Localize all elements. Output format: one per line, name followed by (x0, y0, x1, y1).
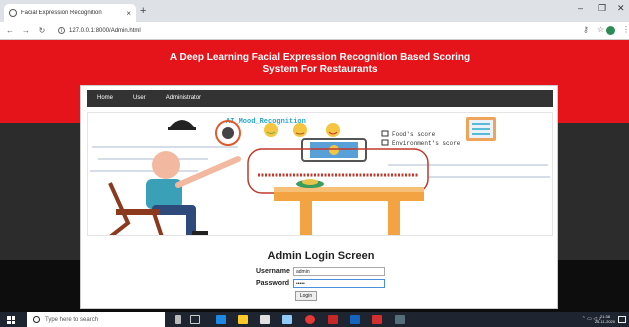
app-icon[interactable] (372, 315, 382, 324)
reload-icon[interactable]: ↻ (36, 26, 48, 35)
nav-home[interactable]: Home (87, 90, 123, 107)
nav-bar: Home User Administrator (87, 90, 553, 107)
browser-tabbar: Facial Expression Recognition × + – ❐ ✕ (0, 0, 629, 22)
legend-food-score: Food's score (392, 131, 436, 138)
file-explorer-icon[interactable] (238, 315, 248, 324)
maximize-button[interactable]: ❐ (598, 3, 606, 14)
login-heading: Admin Login Screen (267, 250, 375, 262)
taskbar-search[interactable]: Type here to search (27, 312, 165, 327)
address-bar: ← → ↻ i 127.0.0.1:8000/Admin.html ⚷ ☆ ⋮ (0, 22, 629, 40)
menu-dots-icon[interactable]: ⋮ (622, 25, 629, 34)
nav-user[interactable]: User (123, 90, 156, 107)
chrome-favicon-icon (9, 9, 17, 17)
windows-taskbar: Type here to search ⌃ ▭ ◁ ♪ 21:38 25-11-… (0, 312, 629, 327)
content-card: Home User Administrator AI_Mood_Recognit… (80, 85, 558, 309)
cortana-icon (33, 316, 40, 323)
password-label: Password (256, 280, 290, 287)
site-title-line2: System For Restaurants (262, 64, 378, 75)
legend-environment-score: Environment's score (392, 140, 461, 147)
window-close-button[interactable]: ✕ (617, 3, 625, 14)
clock-date: 25-11-2020 (594, 319, 615, 324)
mail-icon[interactable] (282, 315, 292, 324)
terminal-icon[interactable] (395, 315, 405, 324)
hero-illustration: AI_Mood_Recognition Food's score Environ… (87, 112, 553, 236)
store-icon[interactable] (260, 315, 270, 324)
bookmark-star-icon[interactable]: ☆ (597, 25, 604, 34)
pdf-reader-icon[interactable] (328, 315, 338, 324)
password-input[interactable]: ••••• (293, 279, 385, 288)
browser-tab[interactable]: Facial Expression Recognition × (4, 4, 136, 22)
mood-recognition-illustration: AI_Mood_Recognition Food's score Environ… (90, 117, 550, 235)
new-tab-button[interactable]: + (140, 5, 146, 17)
microphone-icon[interactable] (175, 315, 181, 324)
tab-close-icon[interactable]: × (126, 9, 131, 18)
info-icon[interactable]: i (58, 27, 65, 34)
back-arrow-icon[interactable]: ← (4, 26, 16, 35)
tab-title: Facial Expression Recognition (21, 10, 102, 16)
chrome-taskbar-icon[interactable] (305, 315, 315, 324)
login-button[interactable]: Login (295, 291, 317, 301)
site-title: A Deep Learning Facial Expression Recogn… (150, 52, 490, 76)
edge-browser-icon[interactable] (216, 315, 226, 324)
extension-icon[interactable] (606, 26, 615, 35)
minimize-button[interactable]: – (578, 3, 583, 13)
url-field[interactable]: i 127.0.0.1:8000/Admin.html (58, 27, 141, 34)
taskbar-search-placeholder: Type here to search (45, 316, 99, 323)
url-text: 127.0.0.1:8000/Admin.html (69, 27, 141, 34)
notification-icon[interactable] (618, 316, 626, 323)
taskbar-clock[interactable]: 21:38 25-11-2020 (595, 314, 615, 324)
nav-administrator[interactable]: Administrator (156, 90, 211, 107)
forward-arrow-icon[interactable]: → (20, 26, 32, 35)
word-icon[interactable] (350, 315, 360, 324)
task-view-icon[interactable] (190, 315, 200, 324)
key-icon[interactable]: ⚷ (583, 25, 589, 34)
username-input[interactable]: admin (293, 267, 385, 276)
windows-start-icon[interactable] (7, 316, 15, 324)
username-label: Username (256, 268, 290, 275)
site-title-line1: A Deep Learning Facial Expression Recogn… (169, 52, 471, 63)
